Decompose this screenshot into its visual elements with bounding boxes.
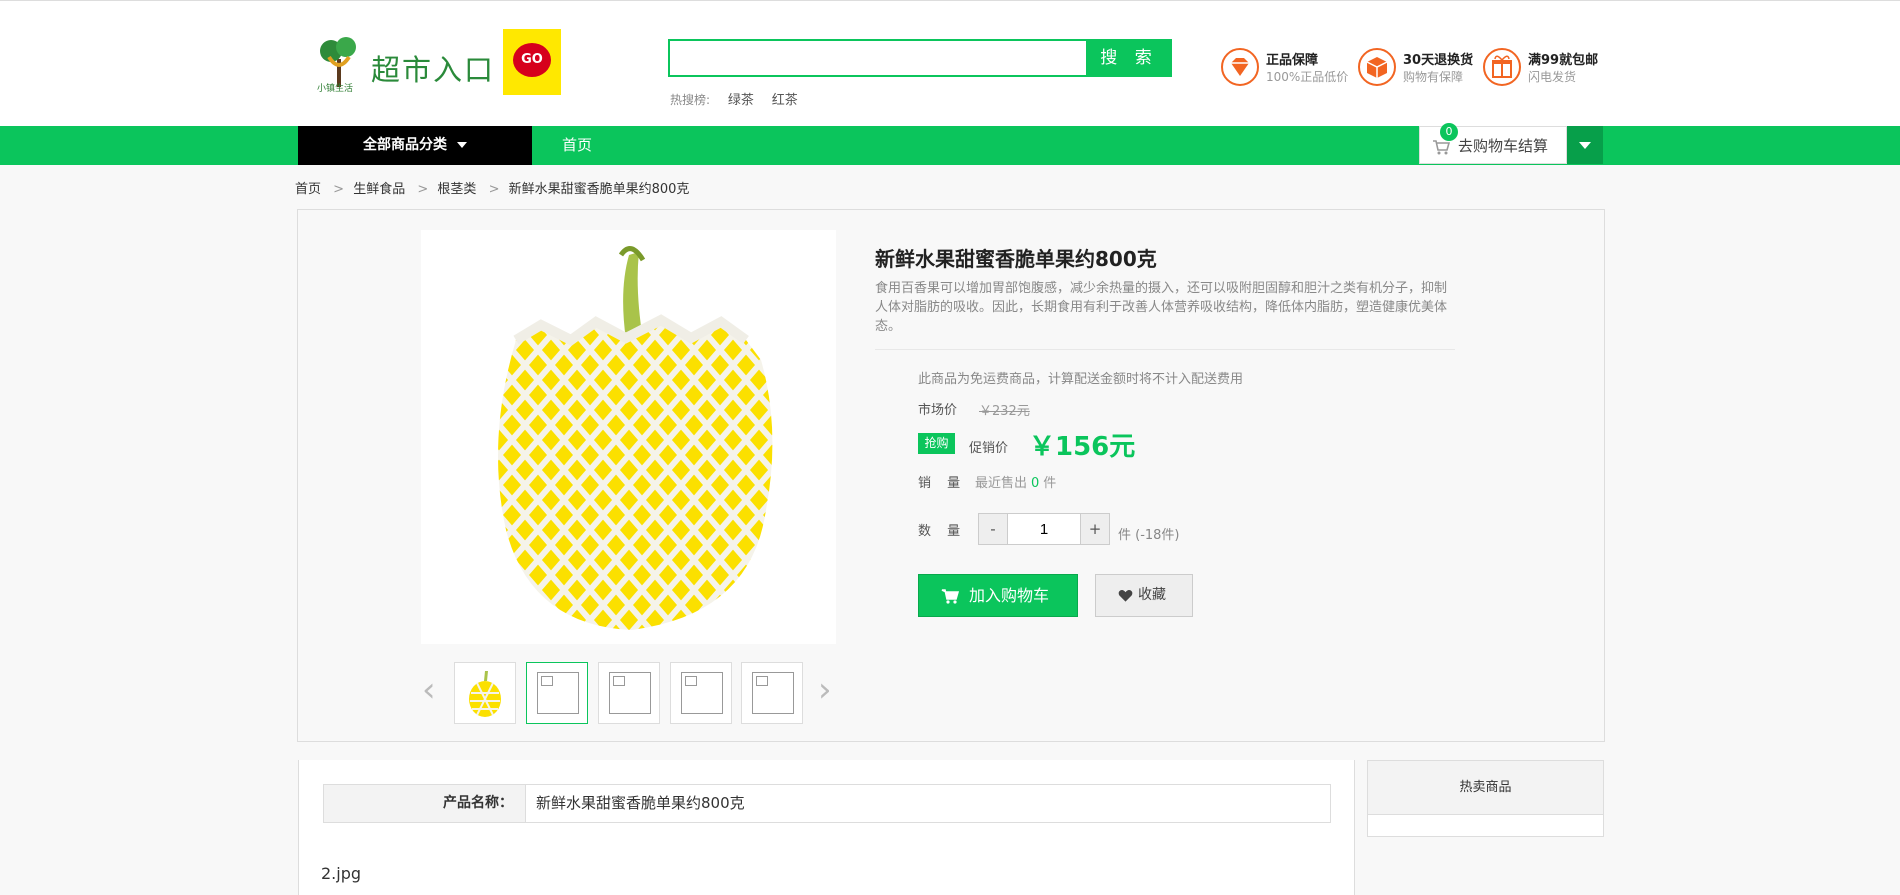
quantity-input[interactable] [1008, 513, 1080, 545]
thumbnail-4[interactable] [670, 662, 732, 724]
all-categories-label: 全部商品分类 [363, 137, 447, 153]
breadcrumb-home[interactable]: 首页 [295, 182, 321, 197]
favorite-button[interactable]: 收藏 [1095, 574, 1193, 617]
gift-icon [1483, 48, 1521, 86]
pear-image [498, 246, 773, 630]
thumbnail-next-button[interactable]: › [818, 673, 832, 707]
thumbnail-pear-image [469, 671, 501, 717]
logo-go-heart: GO [513, 43, 551, 77]
breadcrumb: 首页 > 生鲜食品 > 根茎类 > 新鲜水果甜蜜香脆单果约800克 [295, 178, 689, 197]
sales-label: 销 量 [918, 476, 967, 491]
nav-home-link[interactable]: 首页 [562, 126, 592, 165]
cart-dropdown-toggle[interactable] [1567, 126, 1603, 164]
logo-text: 超市入口 [371, 53, 496, 87]
cart-icon [941, 589, 959, 604]
add-to-cart-label: 加入购物车 [969, 586, 1050, 605]
broken-image-icon [537, 672, 579, 714]
chevron-right-icon: > [417, 182, 429, 197]
breadcrumb-current: 新鲜水果甜蜜香脆单果约800克 [508, 182, 690, 197]
guarantee-title: 满99就包邮 [1528, 53, 1599, 68]
hot-item-black-tea[interactable]: 红茶 [772, 93, 798, 108]
guarantee-shipping: 满99就包邮 闪电发货 [1482, 47, 1602, 89]
hot-products-panel: 热卖商品 [1367, 760, 1604, 837]
chevron-right-icon: > [333, 182, 345, 197]
cart-count-badge: 0 [1440, 123, 1458, 141]
hot-searches: 热搜榜: 绿茶 红茶 [670, 89, 798, 108]
detail-image-alt-text: 2.jpg [321, 864, 362, 883]
cart-icon [1433, 140, 1450, 155]
search-input[interactable] [670, 41, 1086, 75]
add-to-cart-button[interactable]: 加入购物车 [918, 574, 1078, 617]
guarantee-title: 正品保障 [1266, 53, 1319, 68]
guarantee-subtitle: 闪电发货 [1528, 70, 1577, 84]
spec-value-product-name: 新鲜水果甜蜜香脆单果约800克 [536, 794, 745, 812]
hot-label: 热搜榜: [670, 93, 711, 107]
quantity-unit: 件 (-18件) [1118, 528, 1180, 543]
spec-key-product-name: 产品名称： [324, 785, 526, 822]
guarantee-subtitle: 购物有保障 [1403, 70, 1464, 84]
spec-table: 产品名称： 新鲜水果甜蜜香脆单果约800克 [323, 784, 1331, 823]
favorite-label: 收藏 [1138, 587, 1166, 603]
site-logo[interactable]: 小镇生活 超市入口 GO [315, 29, 562, 95]
search-box [668, 39, 1088, 77]
product-detail-section: 产品名称： 新鲜水果甜蜜香脆单果约800克 2.jpg [298, 760, 1355, 895]
sales-info: 最近售出 0 件 [975, 472, 1056, 491]
divider [875, 349, 1455, 350]
cart-checkout-button[interactable]: 0 去购物车结算 [1419, 123, 1567, 164]
logo-subtext: 小镇生活 [317, 84, 354, 94]
guarantee-returns: 30天退换货 购物有保障 [1357, 47, 1477, 89]
quantity-label: 数 量 [918, 524, 967, 539]
market-price-label: 市场价 [918, 403, 958, 418]
freight-note: 此商品为免运费商品，计算配送金额时将不计入配送费用 [918, 372, 1244, 387]
market-price: ￥232元 [979, 404, 1030, 419]
flash-sale-badge: 抢购 [918, 433, 955, 454]
thumbnail-prev-button[interactable]: ‹ [422, 673, 436, 707]
guarantee-authentic: 正品保障 100%正品低价 [1220, 47, 1360, 89]
sales-prefix: 最近售出 [975, 476, 1028, 491]
breadcrumb-category[interactable]: 生鲜食品 [353, 182, 405, 197]
hot-item-green-tea[interactable]: 绿茶 [728, 93, 754, 108]
caret-down-icon [457, 142, 467, 148]
sale-price: ￥156元 [1029, 432, 1136, 462]
cart-checkout-label: 去购物车结算 [1458, 137, 1549, 155]
site-header: 小镇生活 超市入口 GO 搜 索 热搜榜: 绿茶 红茶 正品保障 100%正品低… [0, 0, 1900, 126]
all-categories-menu[interactable]: 全部商品分类 [298, 126, 532, 165]
product-description: 食用百香果可以增加胃部饱腹感，减少余热量的摄入，还可以吸附胆固醇和胆汁之类有机分… [875, 281, 1448, 334]
quantity-increase-button[interactable]: + [1080, 513, 1110, 545]
thumbnail-1[interactable] [454, 662, 516, 724]
logo-go-badge: GO [503, 29, 561, 95]
guarantee-subtitle: 100%正品低价 [1266, 70, 1349, 84]
diamond-icon [1221, 48, 1259, 86]
breadcrumb-subcategory[interactable]: 根茎类 [437, 182, 476, 197]
sales-suffix: 件 [1043, 476, 1057, 491]
chevron-right-icon: > [488, 182, 500, 197]
broken-image-icon [609, 672, 651, 714]
hot-products-title: 热卖商品 [1368, 761, 1603, 815]
broken-image-icon [681, 672, 723, 714]
caret-down-icon [1579, 142, 1591, 149]
sales-count: 0 [1031, 476, 1040, 491]
quantity-decrease-button[interactable]: - [978, 513, 1008, 545]
guarantee-title: 30天退换货 [1403, 53, 1474, 68]
thumbnail-3[interactable] [598, 662, 660, 724]
product-title: 新鲜水果甜蜜香脆单果约800克 [875, 247, 1157, 271]
main-nav: 全部商品分类 首页 0 去购物车结算 [0, 123, 1900, 165]
box-icon [1358, 48, 1396, 86]
broken-image-icon [752, 672, 794, 714]
sale-price-label: 促销价 [969, 441, 1009, 456]
product-main-image[interactable] [421, 230, 836, 644]
search-button[interactable]: 搜 索 [1086, 39, 1172, 77]
thumbnail-5[interactable] [741, 662, 803, 724]
thumbnail-2[interactable] [526, 662, 588, 724]
heart-icon [1118, 589, 1133, 602]
